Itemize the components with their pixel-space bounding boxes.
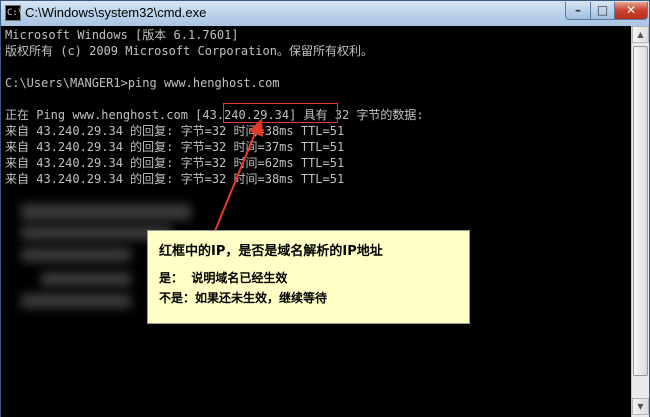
console-output[interactable]: Microsoft Windows [版本 6.1.7601] 版权所有 (c)… (1, 26, 631, 417)
arrow-down-icon: ▼ (637, 402, 644, 411)
minimize-icon: – (575, 3, 581, 17)
vertical-scrollbar[interactable]: ▲ ▼ (631, 26, 649, 417)
callout-no-text: 不是：如果还未生效，继续等待 (159, 291, 328, 305)
scroll-up-button[interactable]: ▲ (632, 26, 649, 43)
maximize-icon: □ (596, 3, 609, 17)
console-line: 来自 43.240.29.34 的回复: 字节=32 时间=38ms TTL=5… (5, 172, 345, 186)
cmd-app-icon[interactable]: C:\ (5, 5, 23, 21)
scroll-down-button[interactable]: ▼ (632, 398, 649, 415)
console-line: Microsoft Windows [版本 6.1.7601] (5, 28, 239, 42)
maximize-button[interactable]: □ (590, 2, 615, 20)
callout-title: 红框中的IP，是否是域名解析的IP地址 (159, 244, 383, 259)
ip-highlight-box (223, 103, 338, 123)
console-line: 来自 43.240.29.34 的回复: 字节=32 时间=62ms TTL=5… (5, 156, 345, 170)
scrollbar-thumb[interactable] (633, 46, 648, 376)
title-bar[interactable]: C:\ C:\Windows\system32\cmd.exe – □ ✕ (1, 1, 649, 26)
close-icon: ✕ (625, 3, 637, 17)
redacted-text (21, 204, 191, 220)
window-title: C:\Windows\system32\cmd.exe (25, 5, 207, 20)
minimize-button[interactable]: – (565, 2, 591, 20)
cmd-window: C:\ C:\Windows\system32\cmd.exe – □ ✕ Mi… (0, 0, 650, 417)
redacted-text (21, 248, 131, 262)
console-line: C:\Users\MANGER1>ping www.henghost.com (5, 76, 280, 90)
callout-yes-text: 是： 说明域名已经生效 (159, 271, 288, 285)
console-line: 版权所有 (c) 2009 Microsoft Corporation。保留所有… (5, 44, 373, 58)
close-button[interactable]: ✕ (614, 2, 648, 20)
explanation-callout: 红框中的IP，是否是域名解析的IP地址 是： 说明域名已经生效 不是：如果还未生… (147, 230, 470, 324)
arrow-up-icon: ▲ (637, 30, 644, 39)
console-line: 来自 43.240.29.34 的回复: 字节=32 时间=37ms TTL=5… (5, 140, 345, 154)
console-line: 正在 Ping www.henghost.com [43.240.29.34] … (5, 108, 424, 122)
console-line: 来自 43.240.29.34 的回复: 字节=32 时间=38ms TTL=5… (5, 124, 345, 138)
redacted-text (21, 294, 131, 308)
redacted-text (41, 272, 131, 286)
